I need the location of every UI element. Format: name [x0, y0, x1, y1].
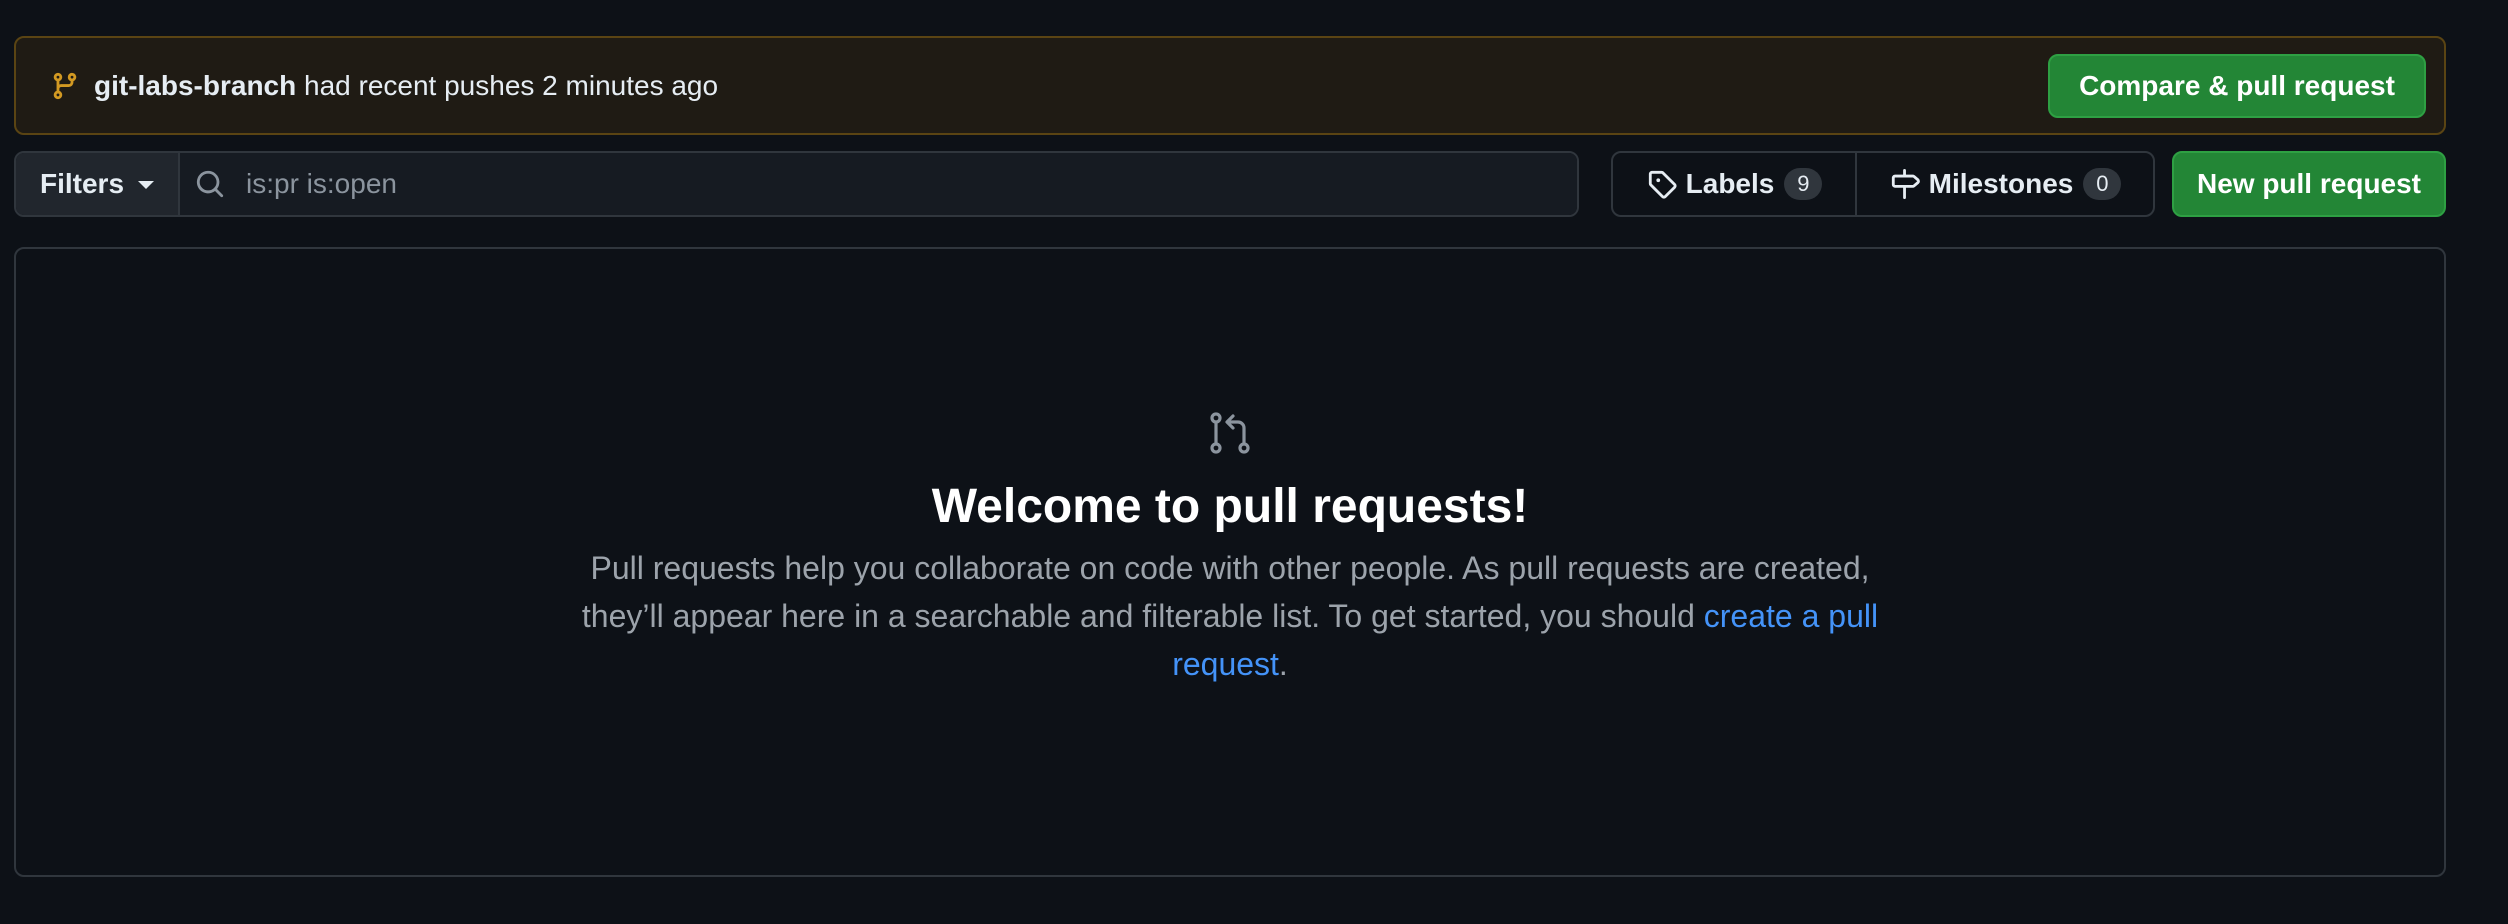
git-branch-icon: [50, 71, 80, 101]
banner-message: git-labs-branch had recent pushes 2 minu…: [94, 70, 2048, 102]
milestones-label: Milestones: [1928, 168, 2074, 199]
filters-label: Filters: [39, 168, 125, 199]
filters-dropdown-button[interactable]: Filters: [16, 153, 180, 215]
compare-pull-request-button[interactable]: Compare & pull request: [2048, 53, 2426, 118]
empty-state-trailing: .: [1278, 646, 1288, 682]
git-pull-request-icon: [1210, 412, 1250, 454]
milestones-button[interactable]: Milestones 0: [1857, 153, 2153, 215]
banner-message-text: had recent pushes 2 minutes ago: [304, 69, 719, 101]
search-icon: [194, 168, 226, 200]
empty-state-description: Pull requests help you collaborate on co…: [560, 544, 1900, 688]
pull-requests-toolbar: Filters Labels 9: [14, 151, 2446, 217]
recent-pushes-banner: git-labs-branch had recent pushes 2 minu…: [14, 36, 2446, 135]
pull-requests-list-box: Welcome to pull requests! Pull requests …: [14, 247, 2446, 877]
tag-icon: [1646, 168, 1678, 200]
labels-count-badge: 9: [1784, 168, 1823, 200]
filter-search-group: Filters: [14, 151, 1579, 217]
labels-button[interactable]: Labels 9: [1613, 153, 1857, 215]
search-input[interactable]: [244, 167, 1577, 201]
empty-state-description-text: Pull requests help you collaborate on co…: [581, 550, 1870, 634]
milestone-icon: [1889, 168, 1921, 200]
labels-milestones-group: Labels 9 Milestones 0: [1611, 151, 2155, 217]
search-box[interactable]: [180, 153, 1577, 215]
milestones-count-badge: 0: [2083, 168, 2122, 200]
branch-name: git-labs-branch: [94, 69, 297, 101]
empty-state: Welcome to pull requests! Pull requests …: [16, 409, 2444, 688]
caret-down-icon: [138, 181, 155, 189]
labels-label: Labels: [1685, 168, 1775, 199]
empty-state-title: Welcome to pull requests!: [931, 480, 1529, 533]
new-pull-request-button[interactable]: New pull request: [2172, 151, 2446, 217]
